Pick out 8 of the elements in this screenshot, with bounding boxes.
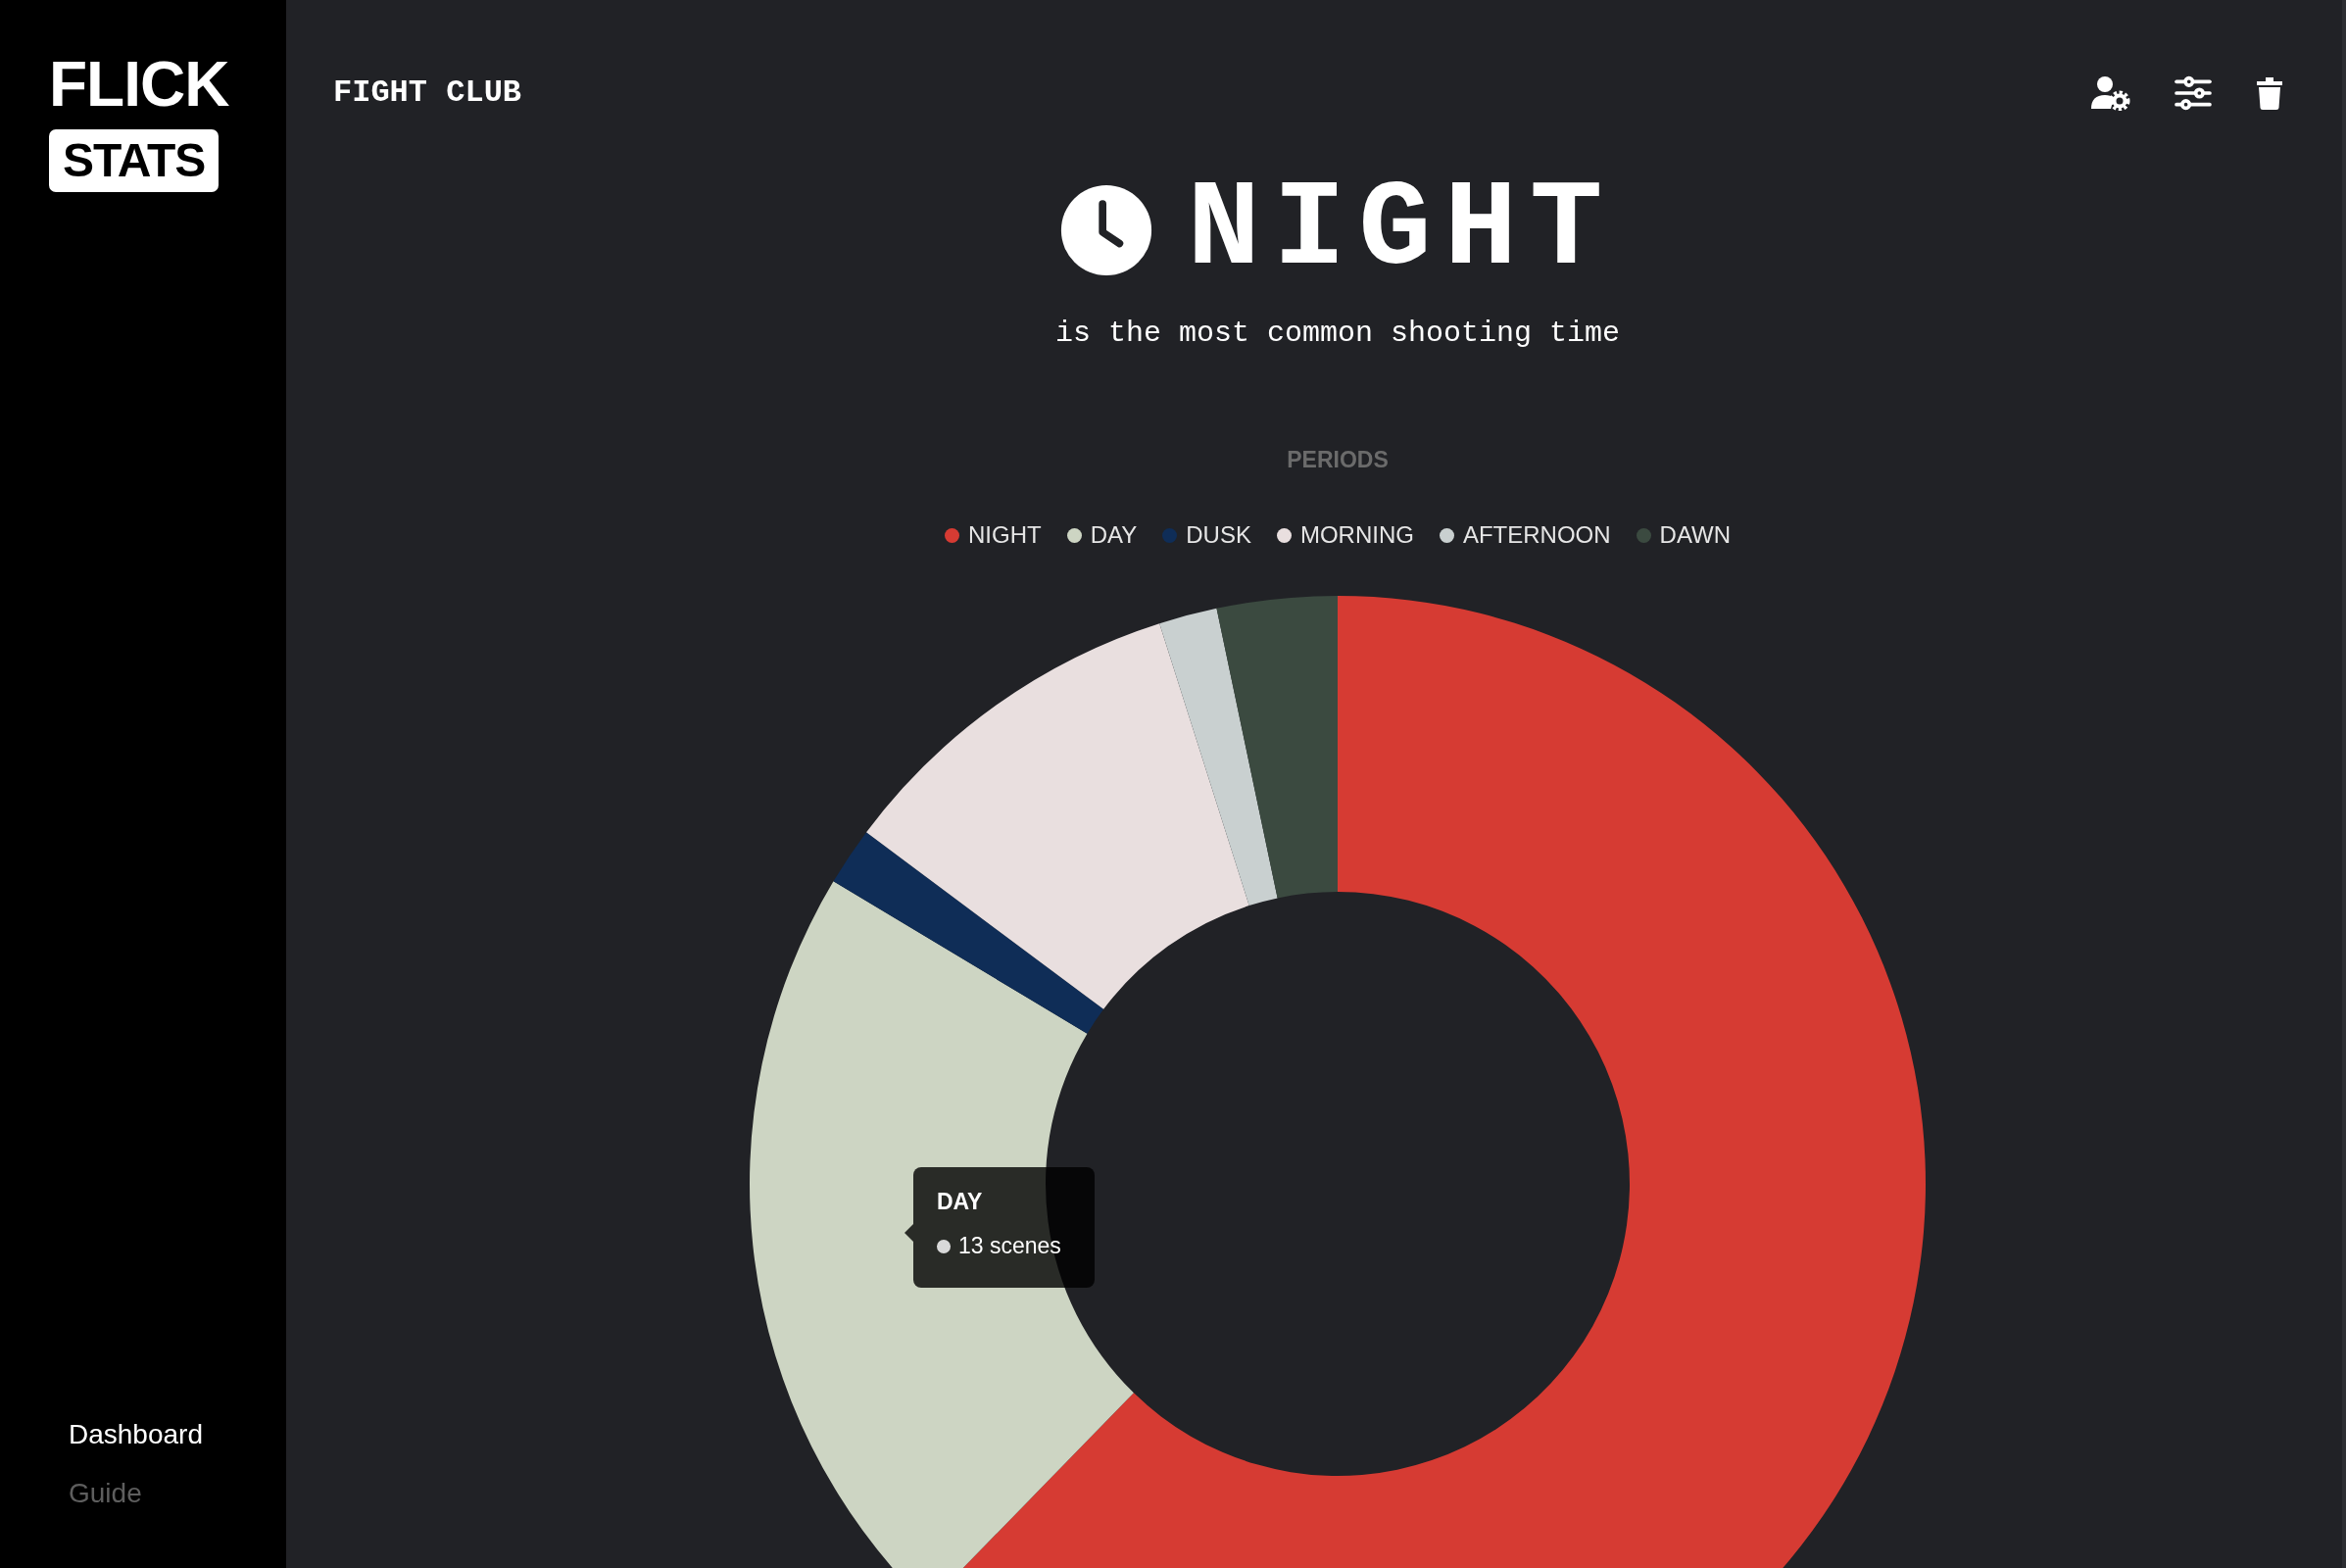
- film-title: FIGHT CLUB: [333, 74, 522, 111]
- tooltip-text: 13 scenes: [958, 1233, 1061, 1259]
- headline: NIGHT: [1187, 170, 1616, 291]
- chart-title: PERIODS: [1286, 447, 1389, 473]
- logo-badge: STATS: [49, 129, 220, 192]
- subtitle: is the most common shooting time: [1054, 317, 1621, 350]
- logo-text: FLICK: [49, 53, 229, 116]
- tooltip-title: DAY: [937, 1189, 984, 1215]
